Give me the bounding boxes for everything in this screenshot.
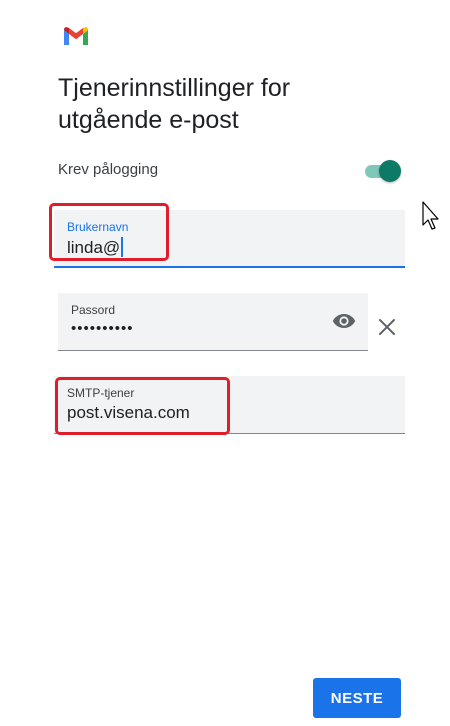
next-button[interactable]: NESTE: [313, 678, 401, 718]
gmail-logo-icon: [64, 27, 88, 45]
mouse-pointer-icon: [422, 201, 439, 230]
smtp-server-field[interactable]: SMTP-tjener post.visena.com: [54, 376, 405, 434]
require-login-row: Krev pålogging: [58, 158, 403, 184]
text-caret: [121, 237, 124, 257]
username-field[interactable]: Brukernavn linda@: [54, 210, 405, 268]
require-login-label: Krev pålogging: [58, 161, 159, 178]
eye-icon[interactable]: [332, 313, 356, 329]
page-title: Tjenerinnstillinger for utgående e-post: [58, 72, 398, 136]
page-title-line-2: utgående e-post: [58, 106, 239, 134]
toggle-thumb: [379, 160, 401, 182]
username-value-wrap: linda@: [67, 237, 124, 258]
password-label: Passord: [71, 303, 116, 317]
password-field[interactable]: Passord ••••••••••: [58, 293, 368, 351]
require-login-toggle[interactable]: [365, 160, 401, 182]
username-label: Brukernavn: [67, 220, 129, 234]
page-title-line-1: Tjenerinnstillinger for: [58, 74, 291, 102]
username-value: linda@: [67, 238, 121, 257]
password-value: ••••••••••: [71, 320, 134, 337]
smtp-server-label: SMTP-tjener: [67, 386, 135, 400]
smtp-server-value: post.visena.com: [67, 403, 190, 422]
close-icon[interactable]: [377, 317, 397, 337]
